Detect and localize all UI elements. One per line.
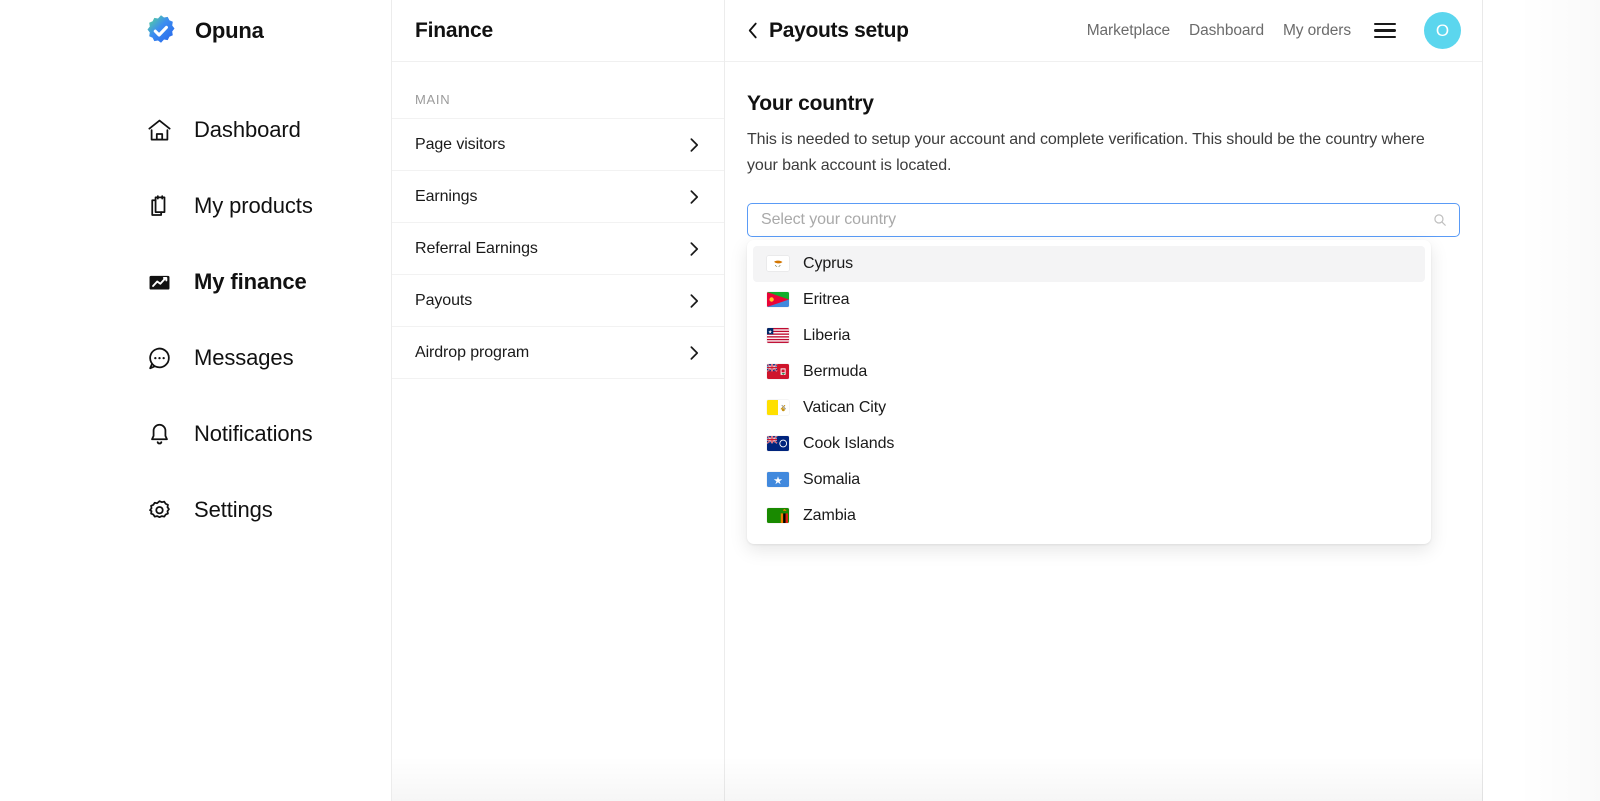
country-option-label: Vatican City (803, 398, 886, 416)
bell-icon (144, 419, 174, 449)
home-icon (144, 115, 174, 145)
sidebar-nav: Dashboard My products My finance Message… (0, 62, 391, 548)
sidebar-item-label: My finance (194, 269, 307, 294)
gear-icon (144, 495, 174, 525)
country-option-eritrea[interactable]: Eritrea (753, 282, 1425, 318)
country-select: Cyprus Eritrea (747, 202, 1460, 544)
country-input-wrapper[interactable] (747, 202, 1460, 237)
sidebar-item-settings[interactable]: Settings (0, 472, 391, 548)
search-icon (1433, 213, 1447, 227)
finance-row-referral-earnings[interactable]: Referral Earnings (392, 223, 724, 275)
country-option-cook-islands[interactable]: Cook Islands (753, 426, 1425, 462)
sidebar-item-messages[interactable]: Messages (0, 320, 391, 396)
flag-icon-eritrea (767, 292, 789, 308)
page-title: Payouts setup (769, 18, 909, 42)
chevron-right-icon (689, 344, 700, 362)
main-panel: Payouts setup Marketplace Dashboard My o… (725, 0, 1483, 801)
flag-icon-liberia (767, 328, 789, 344)
chevron-right-icon (689, 188, 700, 206)
country-option-label: Cook Islands (803, 434, 895, 452)
flag-icon-cyprus (767, 256, 789, 272)
country-option-label: Zambia (803, 506, 856, 524)
finance-row-earnings[interactable]: Earnings (392, 171, 724, 223)
brand-name: Opuna (195, 18, 264, 43)
flag-icon-zambia (767, 508, 789, 524)
top-nav: Marketplace Dashboard My orders O (1087, 12, 1461, 49)
primary-sidebar: Opuna Dashboard My products My finance M… (0, 0, 392, 801)
flag-icon-vatican-city (767, 400, 789, 416)
sidebar-item-label: Messages (194, 345, 294, 370)
sidebar-item-label: My products (194, 193, 313, 218)
chat-bubble-icon (144, 343, 174, 373)
verified-badge-icon (144, 14, 178, 48)
country-option-somalia[interactable]: Somalia (753, 462, 1425, 498)
back-button[interactable]: Payouts setup (747, 19, 909, 43)
finance-row-label: Earnings (415, 187, 478, 205)
finance-title: Finance (415, 18, 493, 42)
top-nav-link-dashboard[interactable]: Dashboard (1189, 22, 1264, 40)
chevron-left-icon (747, 21, 758, 40)
sidebar-item-label: Notifications (194, 421, 313, 446)
flag-icon-cook-islands (767, 436, 789, 452)
documents-icon (144, 191, 174, 221)
country-option-bermuda[interactable]: Bermuda (753, 354, 1425, 390)
top-nav-link-marketplace[interactable]: Marketplace (1087, 22, 1170, 40)
flag-icon-bermuda (767, 364, 789, 380)
sidebar-item-label: Dashboard (194, 117, 301, 142)
sidebar-item-my-products[interactable]: My products (0, 168, 391, 244)
brand[interactable]: Opuna (0, 0, 391, 62)
country-option-vatican-city[interactable]: Vatican City (753, 390, 1425, 426)
avatar[interactable]: O (1424, 12, 1461, 49)
country-option-label: Bermuda (803, 362, 868, 380)
finance-row-label: Page visitors (415, 135, 506, 153)
finance-header: Finance (392, 0, 724, 62)
country-option-liberia[interactable]: Liberia (753, 318, 1425, 354)
sidebar-item-dashboard[interactable]: Dashboard (0, 92, 391, 168)
country-option-zambia[interactable]: Zambia (753, 498, 1425, 534)
top-bar: Payouts setup Marketplace Dashboard My o… (725, 0, 1482, 62)
country-option-cyprus[interactable]: Cyprus (753, 245, 1425, 282)
section-heading: Your country (747, 92, 874, 115)
chevron-right-icon (689, 136, 700, 154)
chevron-right-icon (689, 292, 700, 310)
flag-icon-somalia (767, 472, 789, 488)
sidebar-item-my-finance[interactable]: My finance (0, 244, 391, 320)
finance-row-label: Airdrop program (415, 343, 530, 361)
country-option-label: Somalia (803, 470, 861, 488)
app-root: Opuna Dashboard My products My finance M… (0, 0, 1600, 801)
finance-row-label: Referral Earnings (415, 239, 538, 257)
sidebar-item-notifications[interactable]: Notifications (0, 396, 391, 472)
finance-section-label: MAIN (392, 62, 724, 119)
finance-row-payouts[interactable]: Payouts (392, 275, 724, 327)
country-option-label: Cyprus (803, 254, 854, 272)
finance-row-label: Payouts (415, 291, 473, 309)
finance-panel: Finance MAIN Page visitors Earnings Refe… (392, 0, 725, 801)
main-content: Your country This is needed to setup you… (725, 62, 1482, 544)
hamburger-icon[interactable] (1374, 22, 1396, 39)
sidebar-item-label: Settings (194, 497, 273, 522)
finance-row-airdrop-program[interactable]: Airdrop program (392, 327, 724, 379)
chevron-right-icon (689, 240, 700, 258)
section-description: This is needed to setup your account and… (747, 131, 1425, 174)
right-rail (1483, 0, 1600, 801)
chart-line-icon (144, 267, 174, 297)
top-nav-link-my-orders[interactable]: My orders (1283, 22, 1351, 40)
country-search-input[interactable] (761, 210, 1433, 229)
country-option-label: Eritrea (803, 290, 850, 308)
country-option-label: Liberia (803, 326, 851, 344)
country-dropdown: Cyprus Eritrea Liberia Bermuda Vatican C… (747, 239, 1431, 544)
finance-row-page-visitors[interactable]: Page visitors (392, 119, 724, 171)
